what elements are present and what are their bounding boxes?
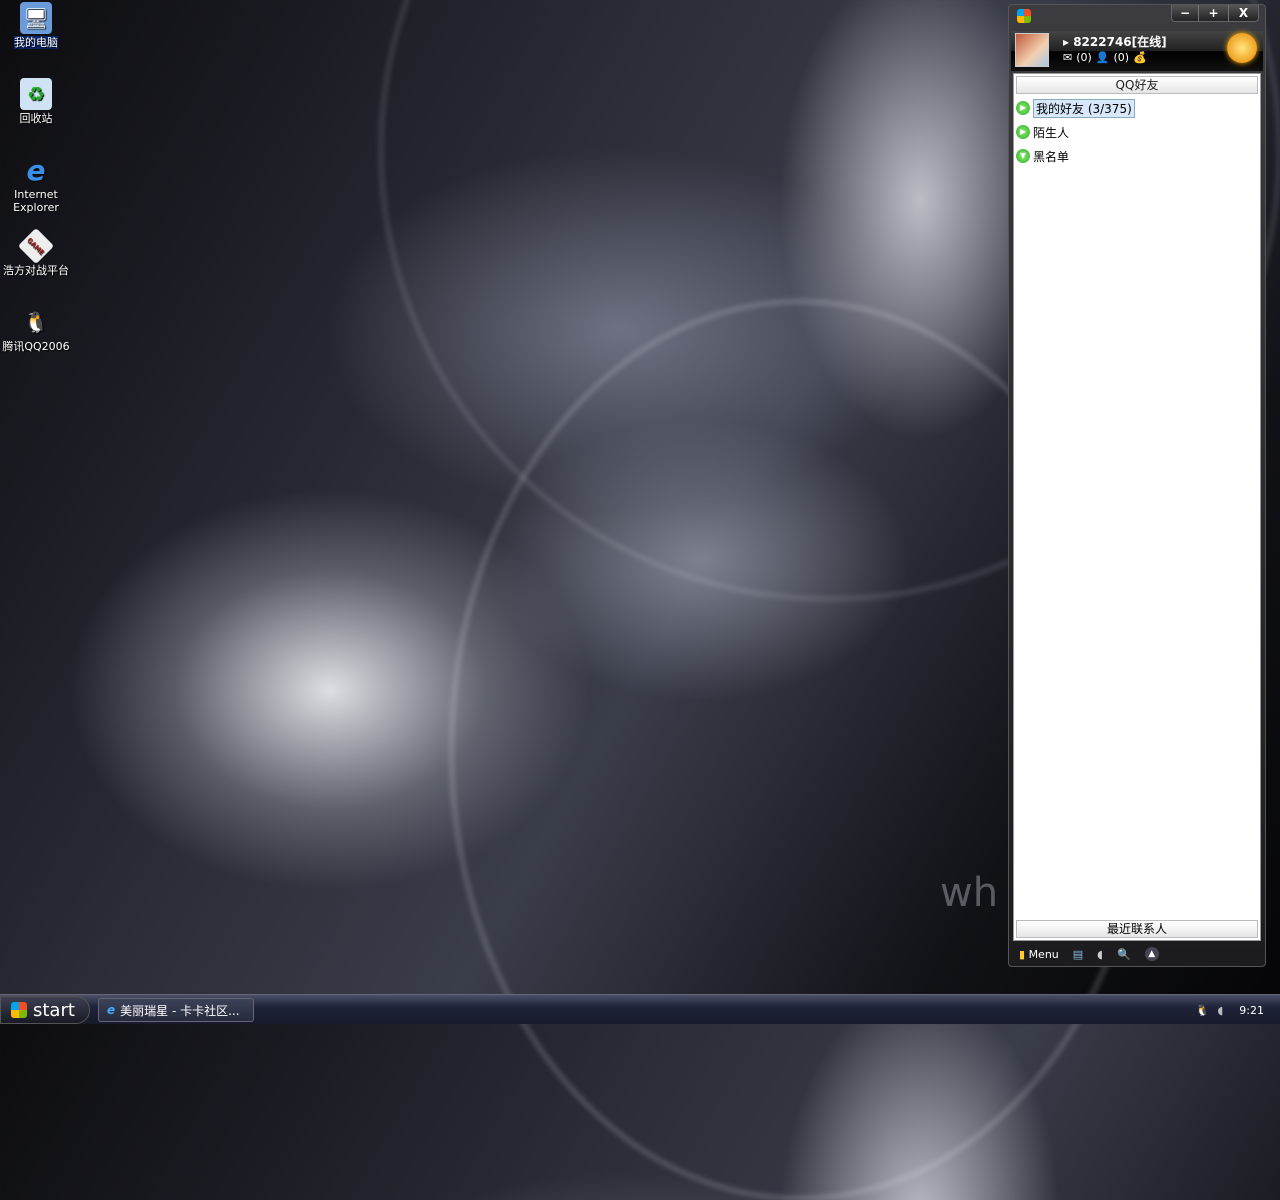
weather-sun-icon bbox=[1227, 33, 1257, 63]
desktop-icon-internet-explorer[interactable]: e Internet Explorer bbox=[0, 154, 72, 214]
contacts-count: (0) bbox=[1113, 51, 1130, 64]
menu-button[interactable]: ▮ Menu bbox=[1019, 948, 1059, 961]
icon-label: Internet Explorer bbox=[13, 188, 59, 214]
group-label: 黑名单 bbox=[1033, 149, 1070, 164]
mail-count: (0) bbox=[1076, 51, 1092, 64]
system-tray: 🐧 ◖ 9:21 bbox=[1180, 995, 1280, 1025]
group-strangers[interactable]: ▶ 陌生人 bbox=[1014, 120, 1260, 144]
sound-icon[interactable]: ◖ bbox=[1097, 948, 1103, 961]
ie-icon: e bbox=[26, 153, 46, 187]
maximize-button[interactable]: + bbox=[1198, 5, 1228, 21]
menu-label: Menu bbox=[1028, 947, 1059, 961]
avatar[interactable] bbox=[1015, 33, 1049, 67]
wallpaper-watermark: wh bbox=[940, 870, 999, 916]
recycle-bin-icon: ♻ bbox=[20, 78, 52, 110]
user-status[interactable]: ▸ 8222746[在线] bbox=[1063, 33, 1167, 50]
mail-icon[interactable]: ✉ bbox=[1063, 51, 1072, 64]
icon-label: 浩方对战平台 bbox=[3, 264, 69, 277]
friends-panel: QQ好友 ▶ 我的好友 (3/375) ▶ 陌生人 ▼ 黑名单 最近联系人 bbox=[1013, 73, 1261, 941]
windows-logo-icon bbox=[11, 1002, 27, 1018]
group-label: 我的好友 (3/375) bbox=[1033, 98, 1135, 118]
icon-label: 回收站 bbox=[19, 112, 53, 125]
icon-label: 我的电脑 bbox=[14, 36, 58, 49]
collapse-arrow-icon: ▼ bbox=[1016, 149, 1030, 163]
expand-arrow-icon: ▶ bbox=[1016, 125, 1030, 139]
start-button[interactable]: start bbox=[0, 996, 90, 1024]
menu-icon: ▮ bbox=[1019, 947, 1026, 961]
ie-icon: e bbox=[107, 1003, 116, 1017]
computer-icon: 🖥 bbox=[20, 2, 52, 34]
group-label: 陌生人 bbox=[1033, 125, 1070, 140]
qq-user-header: ▸ 8222746[在线] ✉ (0) 👤 (0) 💰 bbox=[1011, 31, 1263, 71]
search-icon[interactable]: 🔍 bbox=[1117, 948, 1131, 961]
wallet-icon[interactable]: 💰 bbox=[1133, 51, 1147, 64]
group-blacklist[interactable]: ▼ 黑名单 bbox=[1014, 144, 1260, 168]
message-manager-icon[interactable]: ▤ bbox=[1073, 948, 1083, 961]
close-button[interactable]: X bbox=[1228, 5, 1258, 21]
qq-penguin-icon: 🐧 bbox=[23, 309, 49, 334]
desktop-icon-my-computer[interactable]: 🖥 我的电脑 bbox=[0, 2, 72, 49]
windows-logo-icon bbox=[1017, 9, 1031, 23]
qq-tray-icon[interactable]: 🐧 bbox=[1196, 1004, 1210, 1017]
user-id: 8222746[在线] bbox=[1073, 35, 1167, 49]
qq-window: − + X ▸ 8222746[在线] ✉ (0) 👤 (0) 💰 QQ好友 ▶ 我的… bbox=[1008, 4, 1266, 967]
start-label: start bbox=[33, 999, 75, 1021]
desktop-icon-qq2006[interactable]: 🐧 腾讯QQ2006 bbox=[0, 306, 72, 354]
volume-icon[interactable]: ◖ bbox=[1218, 1004, 1224, 1017]
group-my-friends[interactable]: ▶ 我的好友 (3/375) bbox=[1014, 96, 1260, 120]
task-label: 美丽瑞星 - 卡卡社区... bbox=[120, 1003, 240, 1018]
clock[interactable]: 9:21 bbox=[1239, 1004, 1264, 1017]
icon-label: 腾讯QQ2006 bbox=[2, 340, 70, 353]
game-icon: GAME bbox=[17, 227, 55, 265]
tab-recent-contacts[interactable]: 最近联系人 bbox=[1016, 920, 1258, 938]
contact-icon[interactable]: 👤 bbox=[1096, 51, 1110, 64]
minimize-button[interactable]: − bbox=[1172, 5, 1198, 21]
tab-qq-friends[interactable]: QQ好友 bbox=[1016, 76, 1258, 94]
expand-arrow-icon: ▶ bbox=[1016, 101, 1030, 115]
taskbar: start e 美丽瑞星 - 卡卡社区... 🐧 ◖ 9:21 bbox=[0, 994, 1280, 1024]
chevron-up-icon[interactable]: ▲ bbox=[1144, 947, 1159, 961]
desktop-icon-game-platform[interactable]: GAME 浩方对战平台 bbox=[0, 227, 72, 277]
desktop-icon-recycle-bin[interactable]: ♻ 回收站 bbox=[0, 78, 72, 125]
taskbar-item-browser[interactable]: e 美丽瑞星 - 卡卡社区... bbox=[98, 998, 254, 1022]
